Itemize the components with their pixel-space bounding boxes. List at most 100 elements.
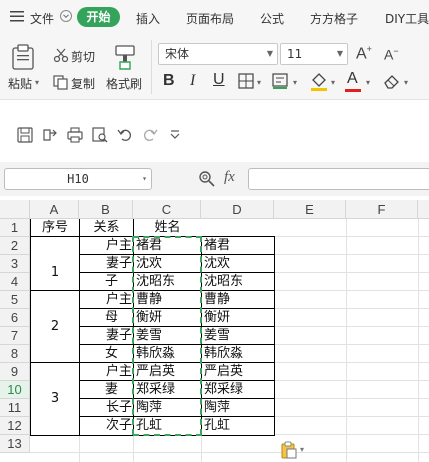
cell-c10[interactable]: 郑采绿: [136, 381, 200, 399]
cell-a-group-2[interactable]: 2: [31, 291, 79, 362]
scissors-icon[interactable]: [53, 48, 69, 63]
eraser-icon[interactable]: [382, 73, 400, 89]
cell-b1[interactable]: 关系: [80, 219, 133, 237]
borders-icon[interactable]: [238, 73, 254, 89]
cell-b5[interactable]: 户主: [80, 291, 132, 309]
cell-d9[interactable]: 严启英: [204, 363, 273, 381]
chevron-down-icon[interactable]: ▾: [331, 78, 335, 87]
tab-home[interactable]: 开始: [77, 7, 120, 27]
tab-formulas[interactable]: 公式: [260, 10, 284, 27]
cell-a-group-3[interactable]: 3: [31, 363, 79, 435]
row-header[interactable]: 5: [0, 291, 30, 309]
cell-b11[interactable]: 长子: [80, 399, 132, 417]
paste-button[interactable]: 粘贴: [8, 75, 32, 92]
cell-c5[interactable]: 曹静: [136, 291, 200, 309]
zoom-search-icon[interactable]: [198, 170, 216, 188]
cell-c9[interactable]: 严启英: [136, 363, 200, 381]
tab-diy-tools[interactable]: DIY工具: [385, 10, 429, 27]
format-painter-button[interactable]: 格式刷: [106, 75, 142, 92]
chevron-down-icon[interactable]: ▾: [293, 78, 297, 87]
tab-page-layout[interactable]: 页面布局: [186, 10, 234, 27]
column-header-b[interactable]: B: [79, 200, 133, 219]
underline-button[interactable]: U: [213, 71, 225, 89]
cell-d7[interactable]: 姜雪: [204, 327, 273, 345]
decrease-font-icon[interactable]: A−: [384, 46, 399, 63]
font-name-select[interactable]: 宋体 ▼: [158, 43, 278, 65]
cell-d4[interactable]: 沈昭东: [204, 273, 273, 291]
row-header[interactable]: 12: [0, 417, 30, 435]
cell-b7[interactable]: 妻子: [80, 327, 132, 345]
cell-c8[interactable]: 韩欣淼: [136, 345, 200, 363]
tab-insert[interactable]: 插入: [136, 10, 160, 27]
font-color-button[interactable]: A: [345, 70, 361, 92]
row-header[interactable]: 11: [0, 399, 30, 417]
undo-icon[interactable]: [117, 127, 133, 143]
cell-c7[interactable]: 姜雪: [136, 327, 200, 345]
row-header[interactable]: 3: [0, 255, 30, 273]
print-preview-icon[interactable]: [92, 127, 108, 143]
name-box[interactable]: H10 ▾: [4, 168, 152, 190]
tab-fangfang[interactable]: 方方格子: [310, 10, 358, 27]
cell-d8[interactable]: 韩欣淼: [204, 345, 273, 363]
cell-d5[interactable]: 曹静: [204, 291, 273, 309]
paste-icon[interactable]: [12, 44, 34, 70]
print-icon[interactable]: [67, 127, 83, 143]
cell-c4[interactable]: 沈昭东: [136, 273, 200, 291]
column-header-a[interactable]: A: [30, 200, 79, 219]
row-header[interactable]: 13: [0, 435, 30, 453]
chevron-down-icon[interactable]: ▾: [404, 78, 408, 87]
cell-d10[interactable]: 郑采绿: [204, 381, 273, 399]
row-header[interactable]: 8: [0, 345, 30, 363]
paste-dropdown-icon[interactable]: ▾: [35, 78, 39, 87]
column-header-e[interactable]: E: [274, 200, 346, 219]
cell-b12[interactable]: 次子: [80, 417, 132, 435]
file-menu[interactable]: 文件: [30, 10, 54, 27]
chevron-down-icon[interactable]: [60, 9, 72, 23]
italic-button[interactable]: I: [190, 72, 195, 90]
customize-toolbar-icon[interactable]: [169, 129, 181, 141]
bold-button[interactable]: B: [163, 72, 175, 90]
row-header[interactable]: 9: [0, 363, 30, 381]
column-header-c[interactable]: C: [133, 200, 201, 219]
font-size-select[interactable]: 11 ▼: [280, 43, 348, 65]
select-all-corner[interactable]: [0, 200, 30, 219]
save-icon[interactable]: [17, 127, 33, 143]
fill-color-icon[interactable]: [309, 71, 329, 91]
chevron-down-icon[interactable]: ▾: [257, 78, 261, 87]
column-header-f[interactable]: F: [346, 200, 418, 219]
cell-a1[interactable]: 序号: [31, 219, 79, 237]
hamburger-icon[interactable]: [10, 10, 24, 22]
cell-c11[interactable]: 陶萍: [136, 399, 200, 417]
cut-button[interactable]: 剪切: [71, 48, 95, 65]
row-header[interactable]: 4: [0, 273, 30, 291]
row-header[interactable]: 1: [0, 219, 30, 237]
cell-d11[interactable]: 陶萍: [204, 399, 273, 417]
cell-c1[interactable]: 姓名: [134, 219, 201, 237]
redo-icon[interactable]: [142, 127, 158, 143]
cell-d2[interactable]: 褚君: [204, 237, 273, 255]
cell-b6[interactable]: 母: [80, 309, 118, 327]
cell-b4[interactable]: 子: [80, 273, 118, 291]
row-header[interactable]: 2: [0, 237, 30, 255]
cell-c12[interactable]: 孔虹: [136, 417, 200, 435]
chevron-down-icon[interactable]: ▾: [366, 78, 370, 87]
formula-input[interactable]: [248, 168, 429, 190]
column-header-d[interactable]: D: [201, 200, 274, 219]
cell-c2[interactable]: 褚君: [136, 237, 200, 255]
column-header-g[interactable]: [418, 200, 429, 219]
cell-d6[interactable]: 衡妍: [204, 309, 273, 327]
paste-options-button[interactable]: ▾: [281, 441, 309, 459]
row-header-selected[interactable]: 10: [0, 381, 30, 399]
cell-b8[interactable]: 女: [80, 345, 118, 363]
row-header[interactable]: 6: [0, 309, 30, 327]
cell-b3[interactable]: 妻子: [80, 255, 132, 273]
copy-button[interactable]: 复制: [71, 75, 95, 92]
cell-d12[interactable]: 孔虹: [204, 417, 273, 435]
cell-b9[interactable]: 户主: [80, 363, 132, 381]
chevron-down-icon[interactable]: ▾: [142, 169, 147, 189]
export-icon[interactable]: [42, 127, 58, 143]
cell-c6[interactable]: 衡妍: [136, 309, 200, 327]
cell-a-group-1[interactable]: 1: [31, 255, 79, 290]
cell-c3[interactable]: 沈欢: [136, 255, 200, 273]
format-painter-icon[interactable]: [113, 44, 137, 70]
